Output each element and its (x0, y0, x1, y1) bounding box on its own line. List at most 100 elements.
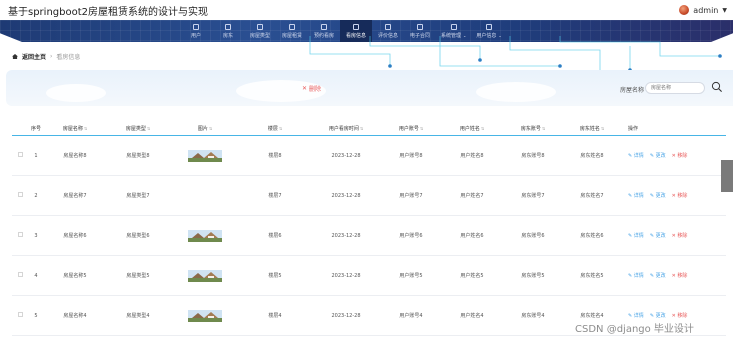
cell-landlord-account: 房东账号8 (521, 153, 545, 159)
header-image[interactable]: 图片⇅ (170, 125, 240, 132)
delete-button[interactable]: ✕ 移除 (672, 272, 688, 279)
person-icon (385, 23, 391, 30)
detail-button[interactable]: ✎ 详情 (628, 152, 644, 159)
cell-landlord-account: 房东账号7 (521, 193, 545, 199)
close-icon: ✕ (671, 313, 676, 319)
table-row[interactable]: 1 房屋名称8 房屋类型8 楼层8 2023-12-28 用户账号8 用户姓名8 房东账号8 房… (12, 136, 726, 176)
row-checkbox[interactable] (17, 232, 23, 237)
table-row[interactable]: 4 房屋名称5 房屋类型5 楼层5 2023-12-28 用户账号5 用户姓名5 房东账号5 房… (12, 256, 726, 296)
sort-icon[interactable]: ⇅ (84, 126, 87, 131)
cell-index: 4 (34, 272, 38, 279)
cell-landlord-name: 房东姓名8 (580, 153, 604, 159)
avatar[interactable] (679, 5, 690, 15)
close-icon: ✕ (671, 193, 676, 199)
search-label: 房屋名称 (620, 87, 645, 94)
row-checkbox[interactable] (17, 272, 23, 277)
cell-floor: 楼层6 (268, 233, 282, 239)
detail-button[interactable]: ✎ 详情 (628, 312, 644, 319)
sort-icon[interactable]: ⇅ (147, 126, 150, 131)
cell-landlord-name: 房东姓名4 (580, 313, 604, 319)
edit-button[interactable]: ✎ 更改 (650, 272, 666, 279)
edit-icon: ✎ (649, 313, 655, 319)
edit-icon: ✎ (649, 233, 655, 239)
breadcrumb-home[interactable]: 返回主页 (22, 52, 46, 61)
header-account[interactable]: 用户账号⇅ (382, 125, 440, 132)
header-name[interactable]: 房屋名称⇅ (44, 125, 106, 132)
chevron-down-icon[interactable]: ▼ (722, 7, 727, 14)
cell-username: 用户姓名8 (460, 153, 484, 159)
cell-floor: 楼层5 (268, 273, 282, 279)
user-name[interactable]: admin (693, 6, 718, 15)
delete-button[interactable]: ✕ 移除 (672, 232, 688, 239)
header-type[interactable]: 房屋类型⇅ (106, 125, 170, 132)
row-checkbox-cell (12, 192, 28, 199)
table-body: 1 房屋名称8 房屋类型8 楼层8 2023-12-28 用户账号8 用户姓名8 房东账号8 房… (12, 136, 726, 336)
title-bar: 基于springboot2房屋租赁系统的设计与实现 admin ▼ (0, 0, 733, 20)
cell-image (170, 149, 240, 162)
header-landlord-name[interactable]: 房东姓名⇅ (562, 125, 622, 132)
cell-index: 2 (34, 192, 38, 199)
cell-username: 用户姓名4 (460, 313, 484, 319)
sort-icon[interactable]: ⇅ (360, 126, 363, 131)
edit-button[interactable]: ✎ 更改 (650, 232, 666, 239)
header-floor[interactable]: 楼层⇅ (240, 125, 310, 132)
detail-button[interactable]: ✎ 详情 (628, 192, 644, 199)
batch-delete-button[interactable]: ✕ 删除 (302, 84, 321, 93)
sort-icon[interactable]: ⇅ (420, 126, 423, 131)
house-thumbnail[interactable] (188, 309, 222, 322)
edit-button[interactable]: ✎ 更改 (650, 192, 666, 199)
nav-item-2[interactable]: 房东 (212, 20, 244, 42)
delete-button[interactable]: ✕ 移除 (672, 152, 688, 159)
nav-item-3[interactable]: 房屋类型 (244, 20, 276, 42)
detail-button[interactable]: ✎ 详情 (628, 272, 644, 279)
cell-account: 用户账号4 (399, 313, 423, 319)
scrollbar-thumb[interactable] (721, 160, 733, 192)
nav-item-1[interactable]: 用户 (180, 20, 212, 42)
eye-icon: ✎ (628, 193, 633, 199)
batch-delete-label: 删除 (309, 86, 322, 93)
house-thumbnail[interactable] (188, 229, 222, 242)
house-thumbnail[interactable] (188, 149, 222, 162)
row-checkbox[interactable] (17, 192, 23, 197)
header-username[interactable]: 用户姓名⇅ (440, 125, 504, 132)
cell-landlord-name: 房东姓名7 (580, 193, 604, 199)
cell-landlord-account: 房东账号6 (521, 233, 545, 239)
header-date[interactable]: 用户看房时间⇅ (310, 125, 382, 132)
nav-item-label: 房东 (222, 32, 233, 39)
cell-username: 用户姓名7 (460, 193, 484, 199)
edit-button[interactable]: ✎ 更改 (650, 312, 666, 319)
detail-button[interactable]: ✎ 详情 (628, 232, 644, 239)
close-icon: ✕ (671, 233, 676, 239)
row-checkbox-cell (12, 312, 28, 319)
row-checkbox-cell (12, 272, 28, 279)
cell-account: 用户账号5 (399, 273, 423, 279)
cell-name: 房屋名称4 (63, 313, 87, 319)
sort-icon[interactable]: ⇅ (279, 126, 282, 131)
user-menu[interactable]: admin ▼ (679, 5, 727, 15)
cell-landlord-account: 房东账号4 (521, 313, 545, 319)
table-row[interactable]: 2 房屋名称7 房屋类型7 楼层7 2023-12-28 用户账号7 用户姓名7 房东账号7 房… (12, 176, 726, 216)
edit-button[interactable]: ✎ 更改 (650, 152, 666, 159)
search-input[interactable] (645, 82, 705, 94)
house-thumbnail[interactable] (188, 269, 222, 282)
cell-image (170, 309, 240, 322)
table-row[interactable]: 3 房屋名称6 房屋类型6 楼层6 2023-12-28 用户账号6 用户姓名6 房东账号6 房… (12, 216, 726, 256)
header-landlord-account[interactable]: 房东账号⇅ (504, 125, 562, 132)
delete-button[interactable]: ✕ 移除 (672, 192, 688, 199)
home-icon[interactable] (12, 54, 18, 59)
row-checkbox[interactable] (17, 152, 23, 157)
cell-floor: 楼层4 (268, 313, 282, 319)
row-checkbox[interactable] (17, 312, 23, 317)
cell-account: 用户账号6 (399, 233, 423, 239)
table-header: 序号 房屋名称⇅ 房屋类型⇅ 图片⇅ 楼层⇅ 用户看房时间⇅ 用户账号⇅ 用户姓… (12, 122, 726, 136)
shield-icon (193, 23, 199, 30)
delete-button[interactable]: ✕ 移除 (672, 312, 688, 319)
sort-icon[interactable]: ⇅ (209, 126, 212, 131)
cell-image (170, 229, 240, 242)
sort-icon[interactable]: ⇅ (481, 126, 484, 131)
sort-icon[interactable]: ⇅ (542, 126, 545, 131)
search-icon[interactable] (711, 81, 723, 93)
breadcrumb: 返回主页 › 看房信息 (12, 52, 80, 61)
breadcrumb-current: 看房信息 (56, 54, 81, 61)
sort-icon[interactable]: ⇅ (601, 126, 604, 131)
